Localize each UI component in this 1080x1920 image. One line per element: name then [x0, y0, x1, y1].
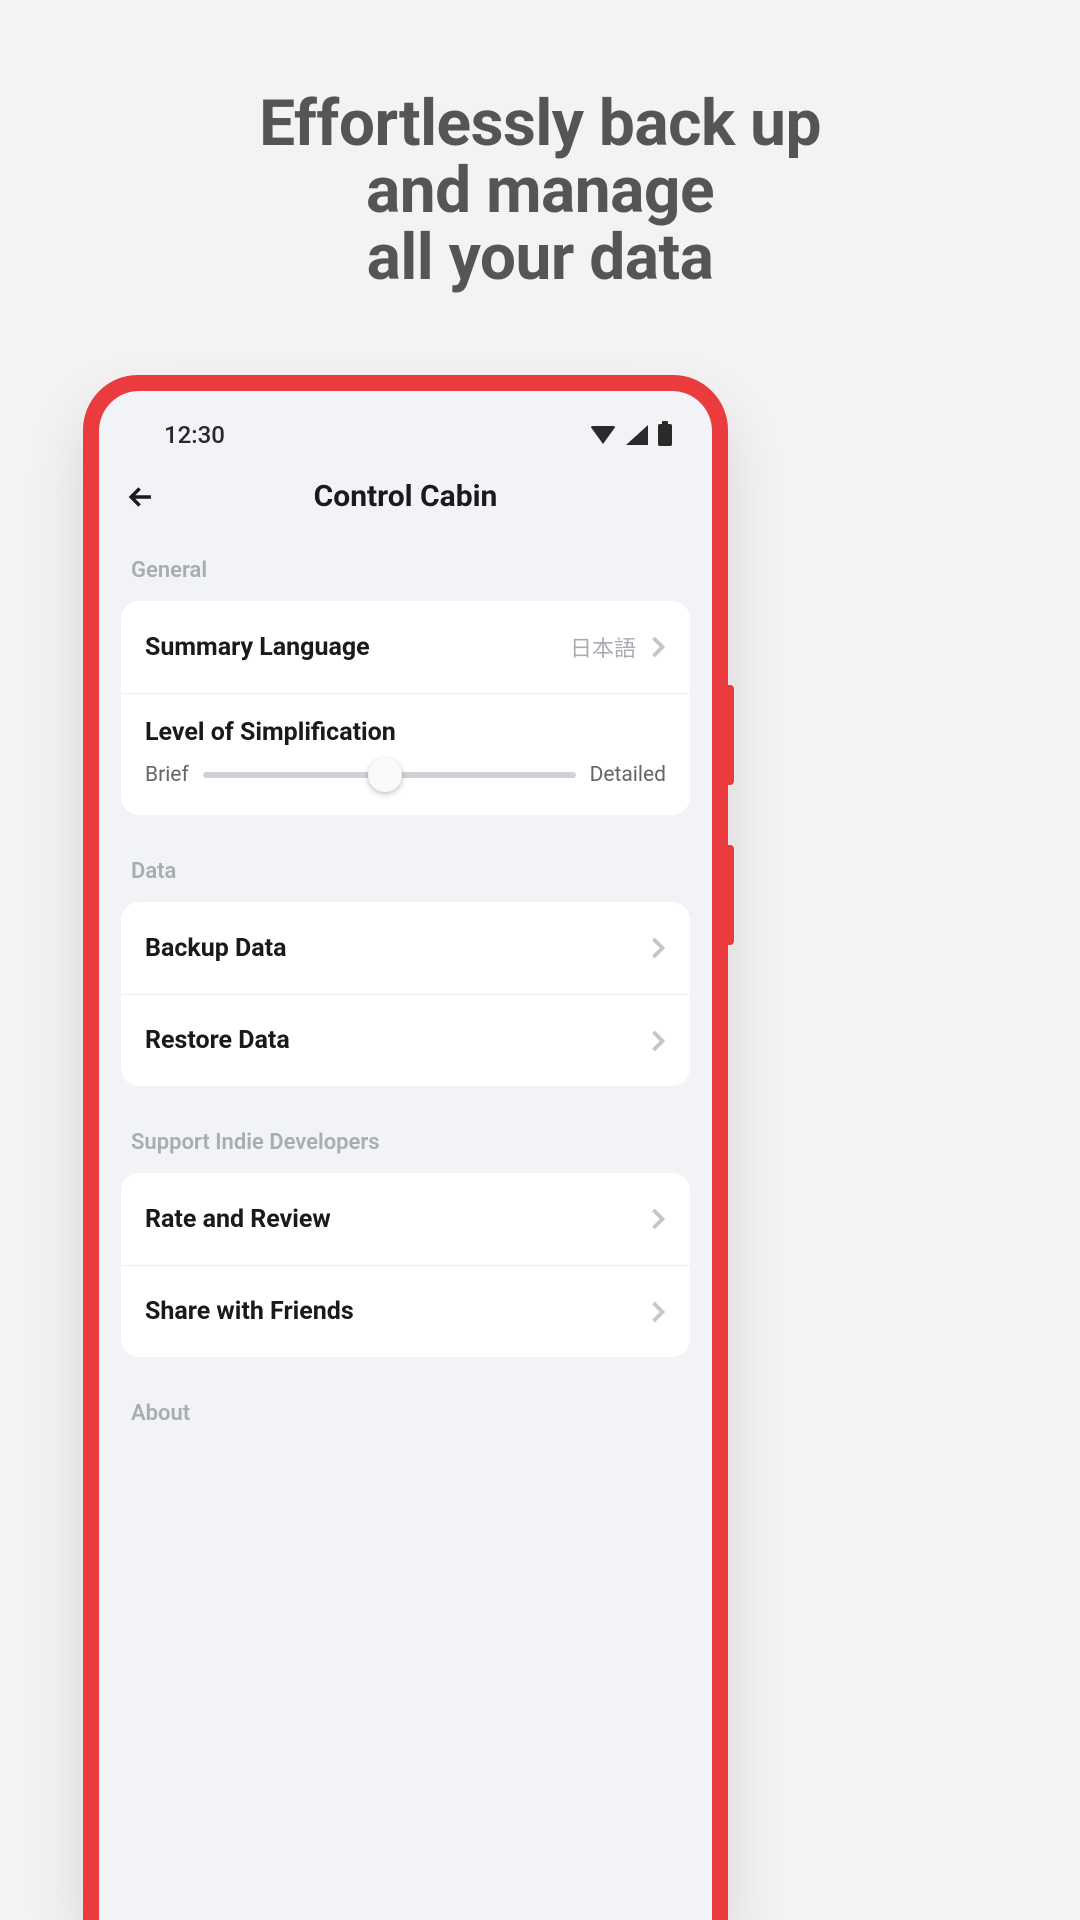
chevron-right-icon	[650, 936, 666, 960]
chevron-right-icon	[650, 1207, 666, 1231]
status-icons	[590, 424, 672, 446]
slider-container: Brief Detailed	[145, 763, 666, 787]
simplification-slider[interactable]	[203, 772, 576, 778]
status-time: 12:30	[164, 421, 225, 449]
row-title: Share with Friends	[145, 1297, 354, 1326]
card-support: Rate and Review Share with Friends	[121, 1173, 690, 1357]
battery-icon	[658, 424, 672, 446]
section-label-data: Data	[121, 859, 690, 902]
slider-thumb[interactable]	[368, 758, 402, 792]
row-backup-data[interactable]: Backup Data	[121, 902, 690, 994]
section-label-about: About	[121, 1401, 690, 1444]
section-label-support: Support Indie Developers	[121, 1130, 690, 1173]
page-title: Control Cabin	[121, 479, 690, 514]
status-bar: 12:30	[99, 391, 712, 451]
slider-max-label: Detailed	[590, 763, 666, 787]
row-title: Rate and Review	[145, 1205, 331, 1234]
card-general: Summary Language 日本語 Level of Simplifica…	[121, 601, 690, 815]
phone-side-button	[728, 845, 734, 945]
settings-content: General Summary Language 日本語 Level of Si…	[99, 524, 712, 1444]
row-right: 日本語	[570, 631, 666, 663]
row-restore-data[interactable]: Restore Data	[121, 994, 690, 1086]
wifi-icon	[590, 426, 616, 444]
chevron-right-icon	[650, 635, 666, 659]
row-simplification: Level of Simplification Brief Detailed	[121, 693, 690, 815]
row-title: Backup Data	[145, 934, 286, 963]
row-title: Summary Language	[145, 633, 370, 662]
chevron-right-icon	[650, 1029, 666, 1053]
signal-icon	[626, 425, 648, 445]
chevron-right-icon	[650, 1300, 666, 1324]
headline-line3: all your data	[0, 224, 1080, 291]
section-label-general: General	[121, 558, 690, 601]
row-share-friends[interactable]: Share with Friends	[121, 1265, 690, 1357]
phone-frame: 12:30 Control Cabin General Summary Lang…	[83, 375, 728, 1920]
slider-min-label: Brief	[145, 763, 189, 787]
row-rate-review[interactable]: Rate and Review	[121, 1173, 690, 1265]
row-title: Level of Simplification	[145, 718, 666, 747]
card-data: Backup Data Restore Data	[121, 902, 690, 1086]
nav-bar: Control Cabin	[99, 451, 712, 524]
row-summary-language[interactable]: Summary Language 日本語	[121, 601, 690, 693]
promo-headline: Effortlessly back up and manage all your…	[0, 0, 1080, 292]
headline-line1: Effortlessly back up	[0, 90, 1080, 157]
phone-side-button	[728, 685, 734, 785]
headline-line2: and manage	[0, 157, 1080, 224]
back-button[interactable]	[121, 477, 161, 517]
arrow-left-icon	[124, 480, 158, 514]
row-title: Restore Data	[145, 1026, 290, 1055]
phone-screen: 12:30 Control Cabin General Summary Lang…	[99, 391, 712, 1920]
row-value: 日本語	[570, 631, 636, 663]
